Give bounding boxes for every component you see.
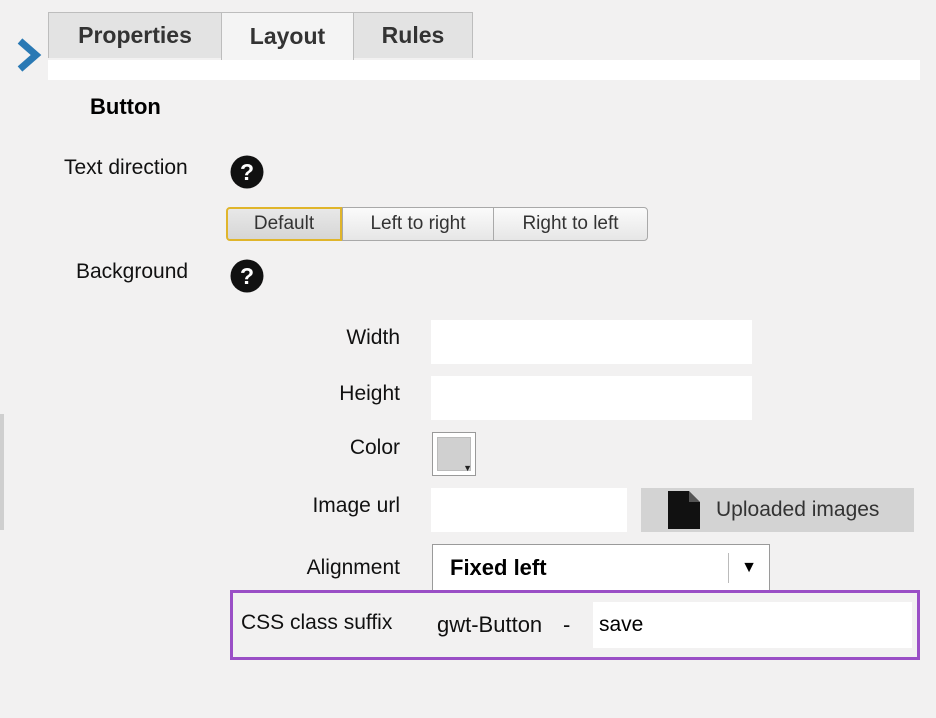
help-icon[interactable]: ? bbox=[230, 259, 264, 293]
text-direction-label: Text direction bbox=[64, 156, 188, 179]
document-icon bbox=[668, 491, 700, 529]
css-class-prefix: gwt-Button bbox=[437, 612, 543, 637]
background-label: Background bbox=[76, 260, 189, 283]
alignment-selected-value: Fixed left bbox=[450, 555, 547, 580]
section-title: Button bbox=[90, 94, 161, 119]
text-direction-ltr-button[interactable]: Left to right bbox=[342, 207, 494, 241]
color-picker[interactable]: ▼ bbox=[432, 432, 476, 476]
svg-text:?: ? bbox=[240, 159, 254, 185]
css-class-suffix-label: CSS class suffix bbox=[241, 611, 393, 634]
svg-text:?: ? bbox=[240, 263, 254, 289]
tab-content-strip bbox=[48, 60, 920, 80]
tab-rules[interactable]: Rules bbox=[353, 12, 473, 58]
css-class-suffix-input[interactable] bbox=[593, 602, 912, 648]
image-url-input[interactable] bbox=[431, 488, 627, 532]
tab-layout[interactable]: Layout bbox=[221, 12, 354, 60]
width-input[interactable] bbox=[431, 320, 752, 364]
tab-properties[interactable]: Properties bbox=[48, 12, 222, 58]
color-label: Color bbox=[349, 436, 400, 459]
height-label: Height bbox=[339, 382, 400, 405]
help-icon[interactable]: ? bbox=[230, 155, 264, 189]
css-class-separator: - bbox=[563, 612, 571, 637]
text-direction-rtl-button[interactable]: Right to left bbox=[493, 207, 648, 241]
uploaded-images-button[interactable]: Uploaded images bbox=[641, 488, 914, 532]
alignment-select[interactable]: Fixed left ▼ bbox=[432, 544, 770, 592]
dropdown-arrow-icon[interactable]: ▼ bbox=[729, 559, 769, 577]
alignment-label: Alignment bbox=[306, 556, 400, 579]
expand-arrow-icon[interactable] bbox=[14, 38, 44, 72]
dropdown-arrow-icon: ▼ bbox=[463, 463, 472, 473]
text-direction-default-button[interactable]: Default bbox=[226, 207, 342, 241]
width-label: Width bbox=[346, 326, 400, 349]
image-url-label: Image url bbox=[312, 494, 400, 517]
height-input[interactable] bbox=[431, 376, 752, 420]
uploaded-images-label: Uploaded images bbox=[716, 498, 880, 521]
panel-edge-marker bbox=[0, 414, 4, 530]
